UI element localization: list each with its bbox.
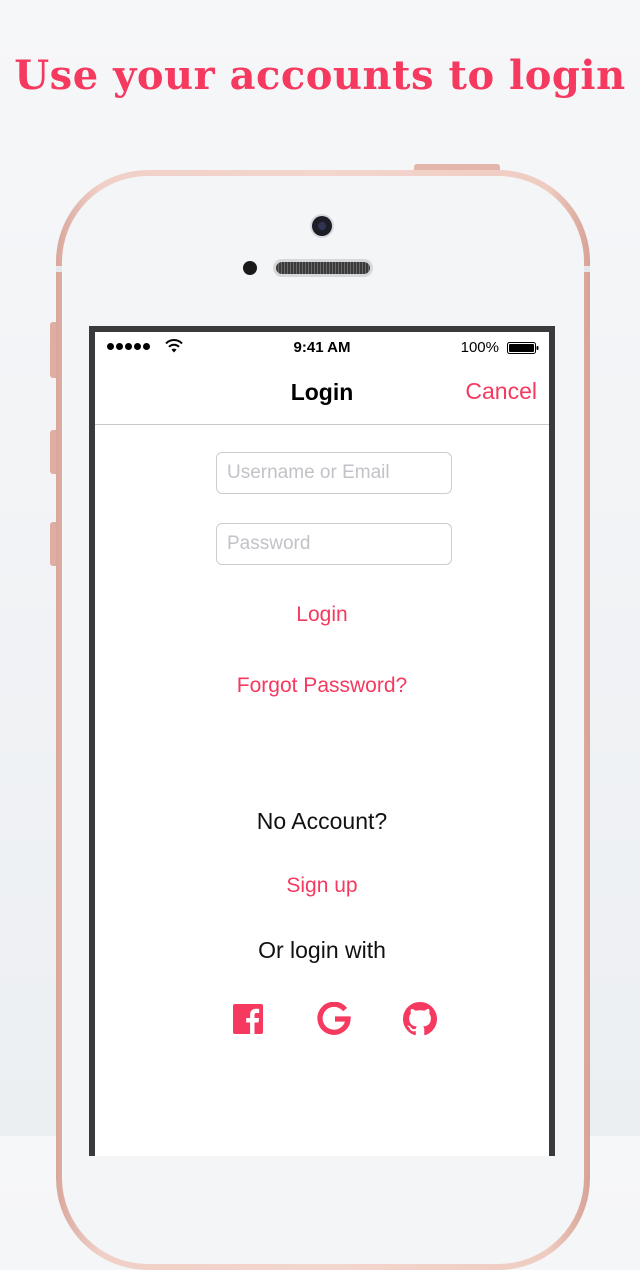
forgot-password-link[interactable]: Forgot Password?	[95, 674, 549, 698]
cancel-button[interactable]: Cancel	[465, 378, 537, 405]
sign-up-button[interactable]: Sign up	[95, 874, 549, 898]
headline: Use your accounts to login	[14, 52, 626, 99]
battery-percentage: 100%	[460, 339, 499, 356]
or-login-with-label: Or login with	[258, 937, 386, 963]
username-field[interactable]	[216, 452, 452, 494]
app-display: 9:41 AM 100% Login Cancel Login Forgot P…	[95, 332, 549, 1156]
antenna-band-left	[56, 266, 62, 272]
front-camera	[312, 216, 332, 236]
battery-icon	[507, 342, 539, 354]
navigation-bar: Login Cancel	[95, 362, 549, 425]
login-button[interactable]: Login	[95, 603, 549, 627]
antenna-band-right	[584, 266, 590, 272]
facebook-icon[interactable]	[231, 1002, 265, 1036]
github-icon[interactable]	[403, 1002, 437, 1036]
status-bar: 9:41 AM 100%	[95, 332, 549, 362]
google-icon[interactable]	[317, 1002, 351, 1036]
no-account-label: No Account?	[256, 808, 388, 834]
earpiece-speaker	[276, 262, 370, 274]
password-field[interactable]	[216, 523, 452, 565]
proximity-sensor	[243, 261, 257, 275]
phone-screen: 9:41 AM 100% Login Cancel Login Forgot P…	[89, 326, 555, 1156]
